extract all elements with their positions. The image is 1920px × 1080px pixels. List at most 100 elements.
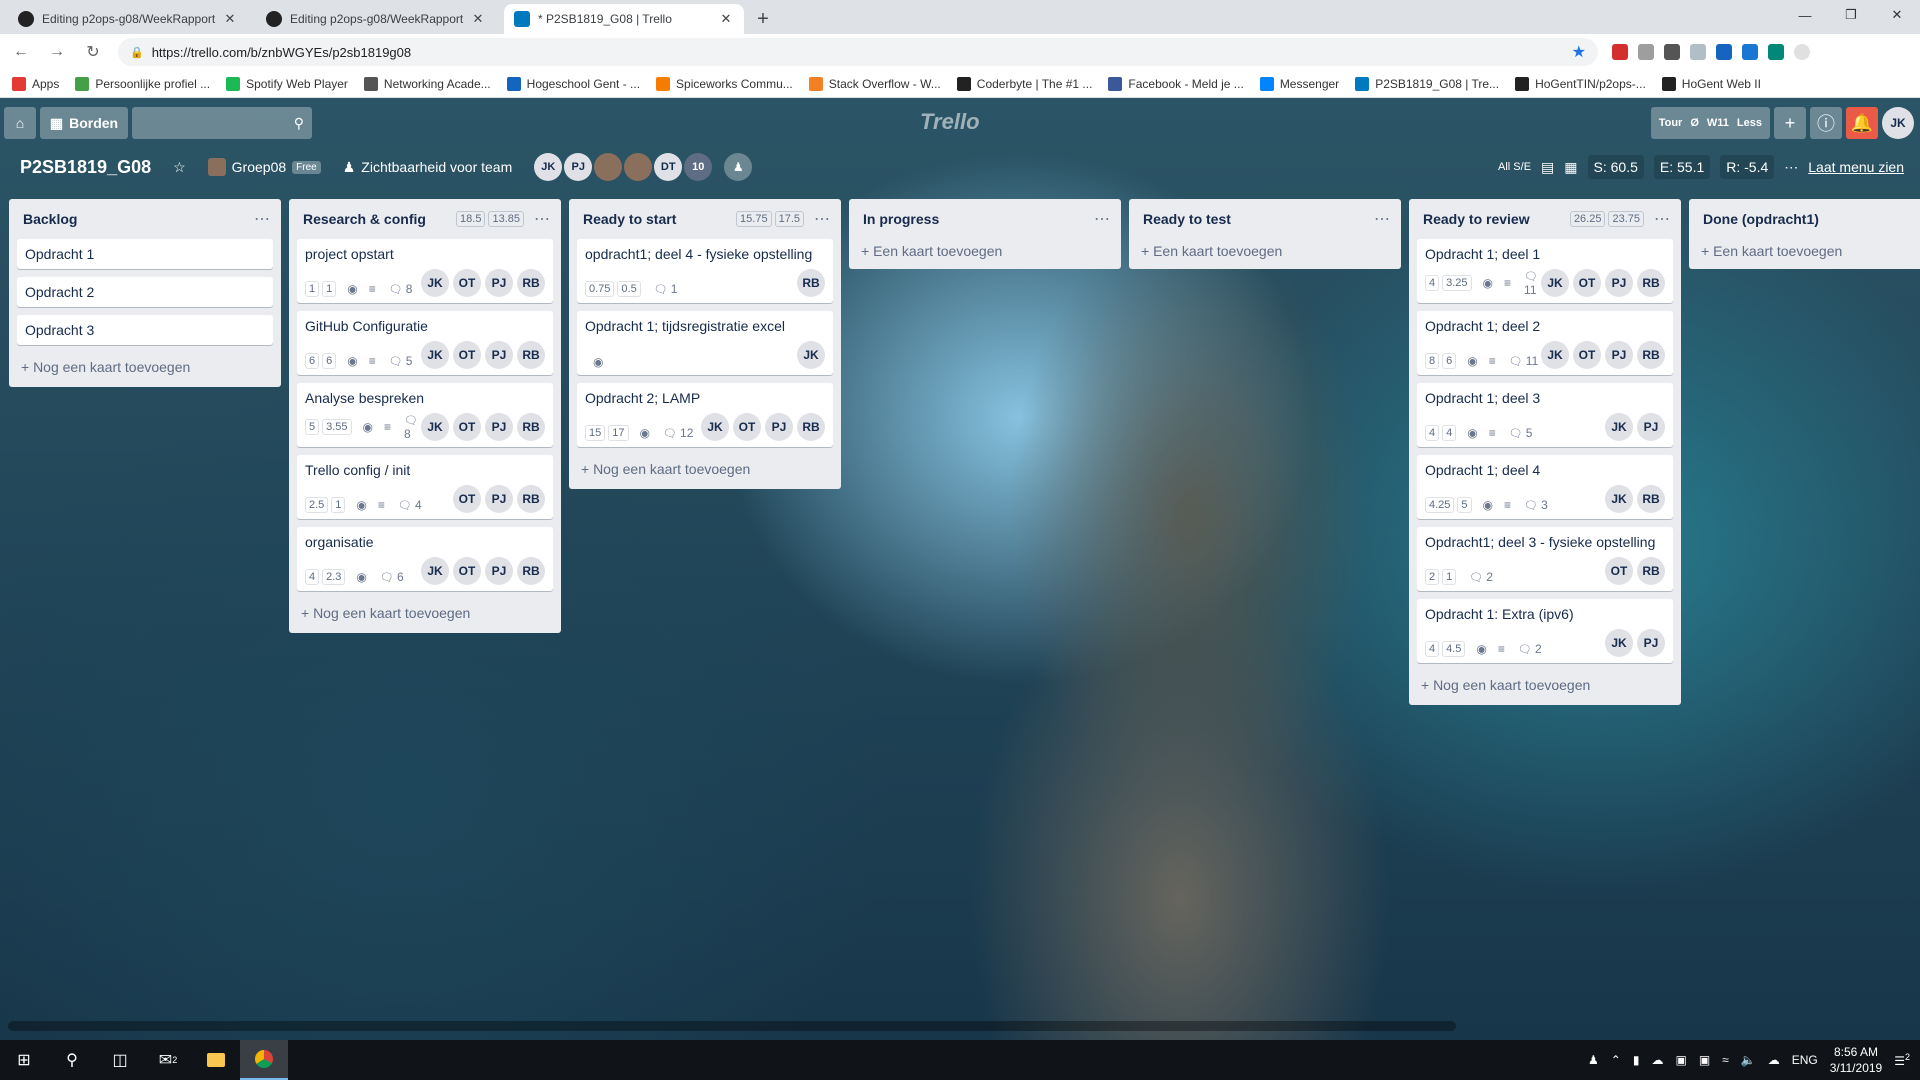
member-avatar[interactable]: PJ (564, 153, 593, 181)
wifi-icon[interactable]: ≈ (1722, 1053, 1729, 1067)
card[interactable]: Opdracht 1; deel 4 4.25 5 ◉ ≡ 🗨︎ 3 JK RB (1417, 455, 1673, 519)
list-menu-icon[interactable]: ⋯ (1094, 209, 1111, 229)
member-avatar[interactable]: JK (1605, 413, 1633, 441)
card[interactable]: Opdracht 1: Extra (ipv6) 4 4.5 ◉ ≡ 🗨︎ 2 JK PJ (1417, 599, 1673, 663)
card[interactable]: Opdracht 1; deel 3 4 4 ◉ ≡ 🗨︎ 5 JK PJ (1417, 383, 1673, 447)
member-avatar[interactable]: JK (421, 413, 449, 441)
card[interactable]: GitHub Configuratie 6 6 ◉ ≡ 🗨︎ 5 JK OT PJ RB (297, 311, 553, 375)
adblock-icon[interactable] (1612, 44, 1628, 60)
show-menu-link[interactable]: Laat menu zien (1808, 159, 1904, 175)
member-avatar[interactable]: JK (1541, 269, 1569, 297)
member-avatar[interactable]: OT (1573, 269, 1601, 297)
all-se-label[interactable]: All S/E (1498, 161, 1531, 173)
browser-tab[interactable]: Editing p2ops-g08/WeekRapport ✕ (256, 4, 496, 34)
member-avatar[interactable]: PJ (765, 413, 793, 441)
extension-icon[interactable] (1638, 44, 1654, 60)
bookmark-item[interactable]: Facebook - Meld je ... (1108, 76, 1244, 91)
member-avatar[interactable]: PJ (1605, 341, 1633, 369)
close-window-button[interactable]: ✕ (1874, 0, 1920, 30)
home-button[interactable]: ⌂ (4, 107, 36, 139)
card[interactable]: Opdracht 1; deel 2 8 6 ◉ ≡ 🗨︎ 11 JK OT PJ RB (1417, 311, 1673, 375)
maximize-button[interactable]: ❐ (1828, 0, 1874, 30)
onedrive-icon[interactable]: ☁ (1651, 1053, 1663, 1067)
card[interactable]: Trello config / init 2.5 1 ◉ ≡ 🗨︎ 4 OT PJ RB (297, 455, 553, 519)
invite-icon[interactable]: ♟ (724, 153, 753, 181)
extension-icon[interactable] (1690, 44, 1706, 60)
chart-icon[interactable]: ▤ (1541, 159, 1554, 176)
search-input[interactable]: ⚲ (132, 107, 312, 139)
visibility-button[interactable]: ♟ Zichtbaarheid voor team (343, 159, 513, 176)
member-avatar[interactable]: OT (1573, 341, 1601, 369)
member-avatar[interactable]: PJ (1637, 413, 1665, 441)
card[interactable]: Opdracht1; deel 3 - fysieke opstelling 2 1… (1417, 527, 1673, 591)
chevron-up-icon[interactable]: ⌃ (1611, 1053, 1621, 1067)
member-avatar[interactable]: JK (1605, 485, 1633, 513)
member-avatar[interactable]: OT (453, 269, 481, 297)
card[interactable]: opdracht1; deel 4 - fysieke opstelling 0.… (577, 239, 833, 303)
member-avatar[interactable]: PJ (485, 269, 513, 297)
notification-center-icon[interactable]: ☰2 (1894, 1052, 1910, 1068)
member-avatar[interactable]: RB (517, 557, 545, 585)
extension-icon[interactable] (1716, 44, 1732, 60)
mail-icon[interactable]: ✉ 2 (144, 1040, 192, 1080)
clock[interactable]: 8:56 AM 3/11/2019 (1830, 1044, 1883, 1076)
battery-icon[interactable]: ▮ (1633, 1053, 1640, 1067)
member-avatar[interactable]: JK (421, 557, 449, 585)
list-menu-icon[interactable]: ⋯ (254, 209, 271, 229)
member-avatar[interactable]: OT (453, 413, 481, 441)
member-avatar[interactable]: JK (701, 413, 729, 441)
horizontal-scrollbar[interactable] (8, 1021, 1456, 1031)
bookmark-item[interactable]: HoGentTIN/p2ops-... (1515, 76, 1646, 91)
extension-icon[interactable] (1664, 44, 1680, 60)
minimize-button[interactable]: — (1782, 0, 1828, 30)
bookmark-item[interactable]: Messenger (1259, 76, 1339, 91)
member-avatar[interactable]: RB (797, 413, 825, 441)
card[interactable]: Opdracht 1; tijdsregistratie excel ◉ JK (577, 311, 833, 375)
member-avatar[interactable] (624, 153, 653, 181)
close-icon[interactable]: ✕ (718, 11, 734, 27)
bookmark-item[interactable]: Apps (12, 76, 59, 91)
bookmark-item[interactable]: Persoonlijke profiel ... (75, 76, 210, 91)
member-avatar[interactable]: JK (534, 153, 563, 181)
member-avatar[interactable]: PJ (485, 557, 513, 585)
search-icon[interactable]: ⚲ (48, 1040, 96, 1080)
bookmark-item[interactable]: P2SB1819_G08 | Tre... (1355, 76, 1499, 91)
list-title[interactable]: Ready to test (1143, 211, 1364, 227)
windows-start-icon[interactable]: ⊞ (0, 1040, 48, 1080)
list-menu-icon[interactable]: ⋯ (814, 209, 831, 229)
bookmark-item[interactable]: Hogeschool Gent - ... (506, 76, 640, 91)
info-icon[interactable]: ⓘ (1810, 107, 1842, 139)
member-avatar[interactable]: OT (733, 413, 761, 441)
card[interactable]: Opdracht 1 (17, 239, 273, 269)
browser-tab[interactable]: * P2SB1819_G08 | Trello ✕ (504, 4, 744, 34)
list-title[interactable]: Ready to review (1423, 211, 1567, 227)
member-avatar[interactable]: RB (1637, 269, 1665, 297)
member-avatar[interactable]: JK (421, 269, 449, 297)
card[interactable]: Opdracht 2 (17, 277, 273, 307)
add-card-button[interactable]: + Nog een kaart toevoegen (9, 353, 281, 381)
member-avatar[interactable]: RB (517, 485, 545, 513)
task-view-icon[interactable]: ◫ (96, 1040, 144, 1080)
member-avatar[interactable] (594, 153, 623, 181)
member-avatar[interactable]: RB (1637, 485, 1665, 513)
member-avatar[interactable]: PJ (485, 413, 513, 441)
bookmark-item[interactable]: Coderbyte | The #1 ... (956, 76, 1092, 91)
card[interactable]: Analyse bespreken 5 3.55 ◉ ≡ 🗨︎ 8 JK OT PJ RB (297, 383, 553, 447)
bookmark-star-icon[interactable]: ★ (1572, 42, 1586, 62)
add-card-button[interactable]: + Nog een kaart toevoegen (1409, 671, 1681, 699)
language-label[interactable]: ENG (1792, 1053, 1818, 1067)
app-icon[interactable]: ▣ (1699, 1053, 1710, 1067)
card[interactable]: Opdracht 3 (17, 315, 273, 345)
tour-pill[interactable]: Tour Ø W11 Less (1650, 107, 1770, 139)
list-title[interactable]: Ready to start (583, 211, 733, 227)
file-explorer-icon[interactable] (192, 1040, 240, 1080)
list-title[interactable]: Research & config (303, 211, 453, 227)
back-icon[interactable]: ← (6, 43, 36, 61)
member-avatar[interactable]: JK (1605, 629, 1633, 657)
list-menu-icon[interactable]: ⋯ (534, 209, 551, 229)
bookmark-item[interactable]: Spotify Web Player (226, 76, 348, 91)
card[interactable]: project opstart 1 1 ◉ ≡ 🗨︎ 8 JK OT PJ RB (297, 239, 553, 303)
member-avatar[interactable]: PJ (485, 485, 513, 513)
more-icon[interactable]: ⋯ (1784, 159, 1798, 176)
add-button[interactable]: + (1774, 107, 1806, 139)
